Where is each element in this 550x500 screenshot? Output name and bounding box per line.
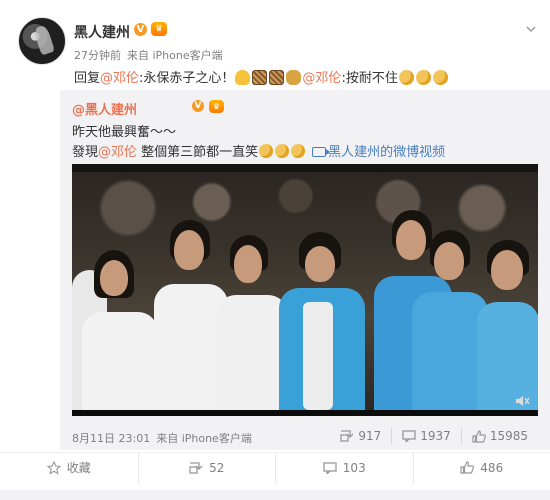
hand-emoji-icon	[432, 70, 448, 85]
thumbs-up-emoji-icon	[286, 70, 302, 85]
post-source: 来自 iPhone客户端	[127, 49, 223, 62]
retweet-like-count[interactable]: 15985	[460, 428, 538, 444]
retweet-text: 發現	[72, 145, 99, 160]
person	[477, 240, 538, 410]
emoji-icon	[252, 70, 268, 85]
retweet-text-line: 昨天他最興奮～～	[72, 125, 177, 140]
like-icon	[460, 461, 475, 474]
vip-crown-icon[interactable]: ♛	[151, 22, 167, 36]
retweet-date[interactable]: 8月11日 23:01	[72, 432, 150, 445]
hand-emoji-icon	[398, 70, 414, 85]
retweet-stats: 917 1937 15985	[330, 428, 538, 444]
emoji-icon	[269, 70, 285, 85]
video-frame	[72, 172, 538, 410]
hand-emoji-icon	[415, 70, 431, 85]
favorite-button[interactable]: 收藏	[0, 453, 138, 483]
laugh-emoji-icon	[291, 144, 306, 158]
laugh-emoji-icon	[275, 144, 290, 158]
video-player[interactable]	[72, 164, 538, 416]
mention-link[interactable]: @邓伦	[98, 145, 137, 160]
chevron-down-icon[interactable]	[526, 24, 536, 34]
like-button[interactable]: 486	[412, 452, 550, 483]
person	[277, 232, 367, 410]
retweet-repost-count[interactable]: 917	[330, 428, 391, 444]
weibo-post: 黑人建州 V ♛ 27分钟前 来自 iPhone客户端 回复@邓伦:永保赤子之心！…	[0, 0, 550, 500]
feed-divider	[0, 490, 550, 500]
reply-text: :按耐不住	[341, 71, 398, 86]
video-icon	[312, 147, 331, 157]
comment-button[interactable]: 103	[275, 452, 413, 483]
post-time[interactable]: 27分钟前	[74, 49, 121, 62]
mention-link[interactable]: @邓伦	[302, 71, 341, 86]
person	[78, 250, 158, 410]
retweet-meta: 8月11日 23:01 来自 iPhone客户端	[72, 430, 252, 446]
comment-icon	[402, 430, 416, 442]
laugh-emoji-icon	[259, 144, 274, 158]
action-bar: 收藏 52 103 486	[0, 452, 550, 483]
verified-v-icon: V	[134, 23, 147, 36]
like-icon	[472, 429, 486, 443]
author-name[interactable]: 黑人建州	[74, 22, 130, 42]
star-icon	[46, 460, 61, 475]
reply-text: :永保赤子之心！	[139, 71, 235, 86]
mention-link[interactable]: @邓伦	[100, 71, 139, 86]
avatar[interactable]	[18, 17, 66, 65]
retweet-source: 来自 iPhone客户端	[156, 432, 252, 445]
retweet-author[interactable]: @黑人建州	[72, 99, 137, 118]
verified-v-icon: V	[192, 100, 204, 112]
post-meta: 27分钟前 来自 iPhone客户端	[74, 47, 223, 63]
retweet-text-line: 發現@邓伦 整個第三節都一直笑 黑人建州的微博视频	[72, 141, 445, 160]
post-text: 回复@邓伦:永保赤子之心！ @邓伦:按耐不住	[74, 67, 449, 86]
retweet-block[interactable]: @黑人建州 V ♛ 昨天他最興奮～～ 發現@邓伦 整個第三節都一直笑 黑人建州的微…	[60, 90, 550, 450]
thumbs-up-emoji-icon	[235, 70, 251, 85]
retweet-comment-count[interactable]: 1937	[391, 428, 461, 444]
retweet-text: 整個第三節都一直笑	[137, 145, 259, 160]
reply-prefix: 回复	[74, 71, 101, 86]
video-progress-track[interactable]	[72, 410, 538, 416]
vip-crown-icon[interactable]: ♛	[209, 100, 224, 113]
repost-icon	[189, 461, 203, 474]
video-link[interactable]: 黑人建州的微博视频	[328, 145, 445, 160]
mute-icon[interactable]	[514, 394, 530, 408]
comment-icon	[323, 461, 337, 474]
repost-icon	[340, 430, 354, 442]
repost-button[interactable]: 52	[137, 452, 276, 483]
